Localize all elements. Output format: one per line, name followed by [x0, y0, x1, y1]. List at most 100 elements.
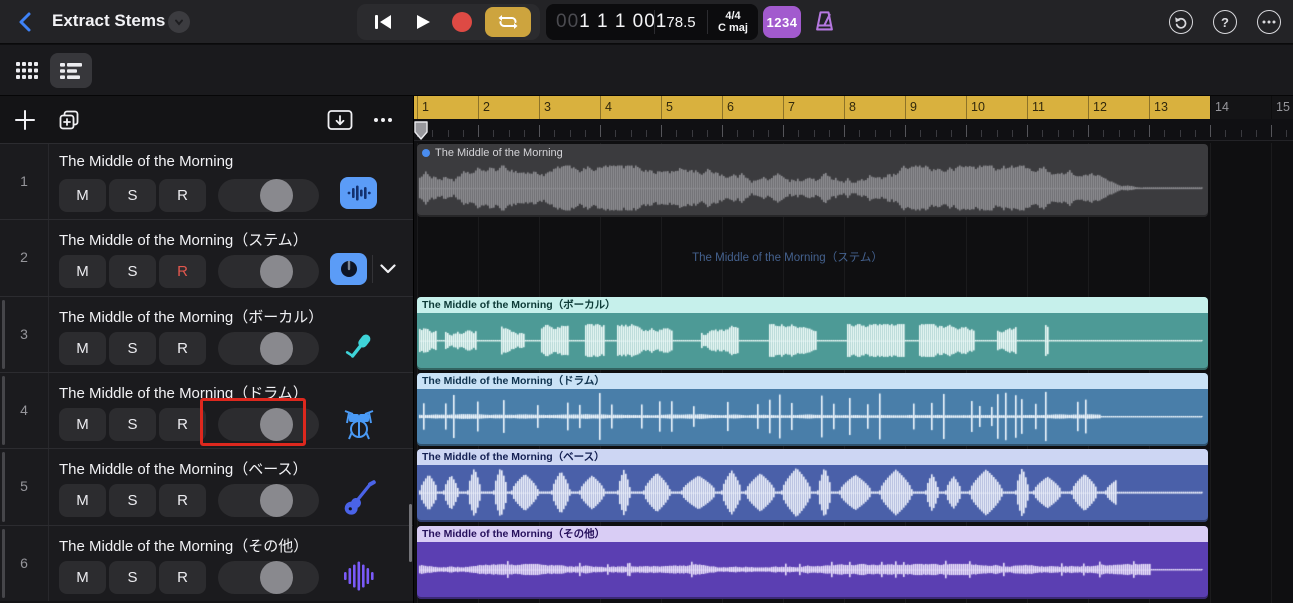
- volume-knob[interactable]: [260, 179, 293, 212]
- mute-button[interactable]: M: [59, 179, 106, 212]
- edit-toolbar: トリム スナップ 1/4: [0, 45, 1293, 133]
- track-number: 4: [20, 402, 28, 418]
- lane-row[interactable]: The Middle of the Morning（その他）: [414, 525, 1293, 601]
- region-other[interactable]: The Middle of the Morning（その他）: [417, 525, 1208, 599]
- record-enable-button[interactable]: R: [159, 560, 206, 594]
- stem-splitter-icon[interactable]: [330, 253, 367, 286]
- region-bass[interactable]: The Middle of the Morning（ベース）: [417, 449, 1208, 523]
- title-chevron-down-icon[interactable]: [168, 11, 190, 33]
- track-row[interactable]: 1 The Middle of the Morning M S R: [0, 143, 413, 220]
- bar-number: 8: [849, 100, 856, 114]
- mute-button[interactable]: M: [59, 331, 106, 365]
- duplicate-track-icon[interactable]: [55, 106, 83, 134]
- solo-button[interactable]: S: [109, 560, 156, 594]
- solo-button[interactable]: S: [109, 484, 156, 518]
- track-panel-header: [0, 96, 413, 143]
- stack-placeholder-label: The Middle of the Morning（ステム）: [692, 252, 883, 265]
- volume-slider[interactable]: [218, 408, 319, 441]
- region-vocals[interactable]: The Middle of the Morning（ボーカル）: [417, 296, 1208, 370]
- volume-knob[interactable]: [260, 484, 293, 518]
- lane-row[interactable]: The Middle of the Morning（ボーカル）: [414, 296, 1293, 372]
- page-title: Extract Stems: [52, 11, 166, 30]
- bar-number: 2: [483, 100, 490, 114]
- track-row[interactable]: 5 The Middle of the Morning（ベース） M S R: [0, 448, 413, 525]
- mute-button[interactable]: M: [59, 484, 106, 518]
- audio-waveform-icon[interactable]: [340, 177, 377, 209]
- volume-knob[interactable]: [260, 408, 293, 441]
- track-row[interactable]: 3 The Middle of the Morning（ボーカル） M S R: [0, 295, 413, 373]
- add-track-icon[interactable]: [11, 106, 39, 134]
- play-button[interactable]: [406, 7, 440, 37]
- record-enable-button[interactable]: R: [159, 255, 206, 289]
- time-signature-key: 4/4 C maj: [718, 10, 748, 34]
- volume-knob[interactable]: [260, 331, 293, 365]
- volume-knob[interactable]: [260, 255, 293, 289]
- record-button[interactable]: [445, 7, 479, 37]
- track-row[interactable]: 4 The Middle of the Morning（ドラム） M S R: [0, 372, 413, 449]
- region-label: The Middle of the Morning（ドラム）: [417, 373, 1208, 389]
- volume-slider[interactable]: [218, 484, 319, 518]
- tracks-view-button[interactable]: [50, 53, 92, 88]
- track-title: The Middle of the Morning（ドラム）: [59, 385, 308, 402]
- more-options-icon[interactable]: [1257, 10, 1281, 34]
- help-icon[interactable]: ?: [1213, 10, 1237, 34]
- lane-row[interactable]: The Middle of the Morning: [414, 143, 1293, 219]
- record-enable-button[interactable]: R: [159, 179, 206, 212]
- mute-button[interactable]: M: [59, 560, 106, 594]
- record-enable-button[interactable]: R: [159, 408, 206, 441]
- arrange-area[interactable]: 1 2 3 4 5 6 7 8 9 10 11 12 13 14 15 The Middle of the …: [413, 96, 1293, 603]
- bar-number: 1: [422, 100, 429, 114]
- go-to-beginning-button[interactable]: [366, 7, 400, 37]
- volume-slider[interactable]: [218, 255, 319, 289]
- drum-kit-icon: [339, 403, 379, 443]
- browser-grid-icon[interactable]: [12, 53, 42, 88]
- lane-row[interactable]: The Middle of the Morning（ステム）: [414, 219, 1293, 295]
- lane-row[interactable]: The Middle of the Morning（ドラム）: [414, 372, 1293, 448]
- panel-scrollbar[interactable]: [409, 504, 412, 562]
- bar-number: 7: [788, 100, 795, 114]
- track-number: 6: [20, 554, 28, 571]
- metronome-icon[interactable]: [812, 9, 837, 39]
- bar-ruler[interactable]: 1 2 3 4 5 6 7 8 9 10 11 12 13 14 15: [414, 96, 1293, 141]
- lane-row[interactable]: The Middle of the Morning（ベース）: [414, 448, 1293, 524]
- track-stack-disclosure-icon[interactable]: [375, 253, 401, 285]
- record-enable-button[interactable]: R: [159, 331, 206, 365]
- region-drums[interactable]: The Middle of the Morning（ドラム）: [417, 373, 1208, 446]
- microphone-icon: [339, 327, 379, 367]
- cycle-region[interactable]: [414, 96, 1210, 119]
- lcd-display[interactable]: 001 1 1 001 78.5 4/4 C maj: [546, 4, 758, 40]
- bar-number: 9: [910, 100, 917, 114]
- top-bar: Extract Stems 001 1 1 001 78.5 4/4 C maj…: [0, 0, 1293, 44]
- solo-button[interactable]: S: [109, 408, 156, 441]
- solo-button[interactable]: S: [109, 179, 156, 212]
- record-enable-button[interactable]: R: [159, 484, 206, 518]
- bar-number: 3: [544, 100, 551, 114]
- volume-slider[interactable]: [218, 179, 319, 212]
- track-panel-more-icon[interactable]: [369, 106, 397, 134]
- import-icon[interactable]: [326, 106, 354, 134]
- undo-icon[interactable]: [1169, 10, 1193, 34]
- volume-slider[interactable]: [218, 560, 319, 594]
- region-full-mix[interactable]: The Middle of the Morning: [417, 144, 1208, 217]
- waveform-bass: [417, 466, 1206, 520]
- bar-number: 14: [1215, 100, 1229, 114]
- track-title: The Middle of the Morning: [59, 153, 234, 170]
- track-row[interactable]: 6 The Middle of the Morning（その他） M S R: [0, 524, 413, 602]
- cycle-button[interactable]: [485, 7, 532, 37]
- region-label: The Middle of the Morning（その他）: [417, 525, 1208, 542]
- solo-button[interactable]: S: [109, 331, 156, 365]
- track-title: The Middle of the Morning（その他）: [59, 537, 309, 555]
- back-icon[interactable]: [14, 10, 38, 34]
- volume-knob[interactable]: [260, 560, 293, 594]
- mute-button[interactable]: M: [59, 408, 106, 441]
- playhead-handle[interactable]: [414, 121, 428, 145]
- mute-button[interactable]: M: [59, 255, 106, 289]
- count-in-button[interactable]: 1234: [763, 6, 801, 38]
- track-title: The Middle of the Morning（ボーカル）: [59, 308, 324, 326]
- playhead-position: 001 1 1 001: [556, 11, 668, 32]
- track-number: 3: [20, 325, 28, 342]
- volume-slider[interactable]: [218, 331, 319, 365]
- track-row[interactable]: 2 The Middle of the Morning（ステム） M S R: [0, 219, 413, 296]
- logic-pro-window: Extract Stems 001 1 1 001 78.5 4/4 C maj…: [0, 0, 1293, 603]
- solo-button[interactable]: S: [109, 255, 156, 289]
